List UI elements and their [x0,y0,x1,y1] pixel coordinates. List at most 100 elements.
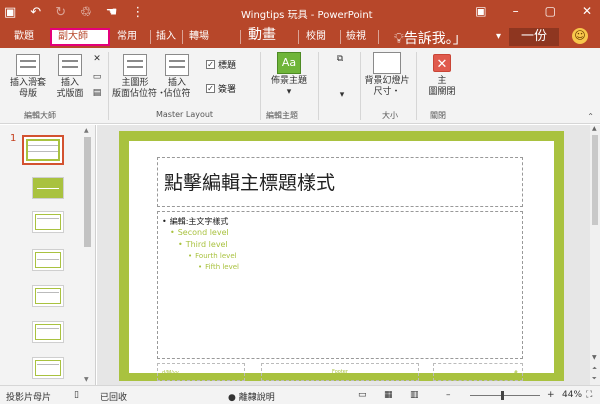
tab-view[interactable]: 檢視 [346,29,366,45]
normal-view-icon[interactable]: ▭ [358,390,367,400]
layout-thumbnail[interactable] [32,285,64,307]
scroll-down-icon[interactable]: ▼ [84,376,89,383]
level-5-text: Fifth level [198,263,239,271]
slide-size-label: 背景幻燈片 尺寸・ [364,76,410,97]
thumbnail-line [28,145,58,146]
reading-view-icon[interactable]: ▥ [410,390,419,400]
layout-thumbnail[interactable] [32,177,64,199]
insert-layout-label: 插入 式版面 [56,78,84,99]
close-master-view-button[interactable]: ✕ 主 圖關閉 [420,54,464,98]
layout-thumbnail[interactable] [32,211,64,233]
fit-to-window-icon[interactable]: ⛶ [586,390,592,400]
quick-access-toolbar: ▣ ↶ ↻ ♲ ☚ ⋮ [4,3,144,23]
minimize-icon[interactable]: – [513,4,519,18]
slides-pane-scrollbar[interactable]: ▲ ▼ [83,127,92,383]
thumbnail-frame [35,324,61,340]
scroll-down-icon[interactable]: ▼ [592,354,597,361]
tab-separator [340,30,341,44]
tab-animations[interactable]: 動畫 [248,27,276,43]
tab-home[interactable]: 常用 [117,29,137,45]
more-icon[interactable]: ⋮ [131,3,144,23]
footer-text: Footer [332,369,348,375]
footers-checkbox[interactable]: ✓ 簽署 [206,82,236,95]
previous-slide-icon[interactable]: ⏶ [592,365,597,373]
save-icon[interactable]: ▣ [4,3,16,23]
delete-icon[interactable]: ✕ [90,54,104,65]
zoom-in-icon[interactable]: + [547,390,555,400]
master-layout-icon [123,54,147,76]
title-placeholder[interactable]: 點擊編輯主標題樣式 [157,157,523,207]
layout-thumbnail[interactable] [32,321,64,343]
slide-master-thumbnail[interactable] [22,135,64,165]
lightbulb-icon: 💡︎ [394,31,404,47]
group-separator [260,52,261,120]
close-icon[interactable]: ✕ [582,4,592,18]
tab-file[interactable]: 歡題 [14,29,34,45]
rename-icon[interactable]: ▭ [90,72,104,83]
level-1-text: 編輯:主文字樣式 [162,216,229,227]
themes-button[interactable]: Aa 佈景主題 ▾ [266,52,312,98]
thumbnail-line [37,328,59,329]
language-icon[interactable]: ▯ [74,390,79,400]
group-separator [108,52,109,120]
thumbnail-line [37,259,59,260]
thumbnail-frame [35,360,61,376]
checkbox-checked-icon: ✓ [206,84,215,93]
title-text: 點擊編輯主標題樣式 [164,172,336,194]
scrollbar-thumb[interactable] [84,137,91,247]
insert-placeholder-button[interactable]: 插入 佔位符 [160,54,194,100]
slide-size-button[interactable]: 背景幻燈片 尺寸・ [362,52,412,98]
insert-slide-master-button[interactable]: 插入滑套 母版 [4,54,52,100]
zoom-level[interactable]: 44% [562,390,582,400]
touch-mode-icon[interactable]: ☚ [106,3,118,23]
customize-icon[interactable]: ♲ [80,3,92,23]
zoom-slider-knob[interactable] [501,391,504,400]
ribbon-display-icon[interactable]: ▣ [475,4,486,18]
next-slide-icon[interactable]: ⏷ [592,375,597,383]
feedback-smiley-icon[interactable]: ☺ [572,28,588,44]
slide-number-placeholder[interactable]: # [433,363,523,381]
tab-overflow-icon[interactable]: ▾ [496,29,501,45]
group-separator [416,52,417,120]
tab-insert[interactable]: 插入 [156,29,176,45]
title-checkbox-label: 標題 [218,61,237,71]
dropdown-arrow-icon[interactable]: ▾ [336,90,348,101]
tell-me-box[interactable]: 💡︎告訴我。」 [394,28,467,48]
notes-label: 離隸說明 [238,393,275,403]
thumbnail-frame [35,288,61,304]
redo-icon[interactable]: ↻ [55,3,66,23]
thumbnail-line [37,292,59,293]
slide-master-icon [16,54,40,76]
date-placeholder[interactable]: d/M/yy [157,363,245,381]
thumbnail-line [37,188,59,189]
layout-thumbnail[interactable] [32,249,64,271]
footer-placeholder[interactable]: Footer [261,363,419,381]
slides-pane: 1 ▲ ▼ [0,125,96,385]
collapse-ribbon-icon[interactable]: ⌃ [587,112,594,121]
master-layout-button[interactable]: 主圖形 版面佔位符・ [112,54,166,100]
zoom-out-icon[interactable]: – [446,390,451,400]
scroll-up-icon[interactable]: ▲ [84,127,89,134]
share-button[interactable]: 一份 [509,28,559,46]
group-edit-theme: 編輯主題 [266,111,298,120]
undo-icon[interactable]: ↶ [30,3,41,23]
notes-button[interactable]: ● 離隸說明 [228,390,275,403]
group-separator [318,52,319,120]
tab-transitions[interactable]: 轉場 [189,29,209,45]
title-checkbox[interactable]: ✓ 標題 [206,58,236,71]
scroll-up-icon[interactable]: ▲ [592,125,597,132]
slide-number-text: # [513,370,518,376]
tab-review[interactable]: 校閱 [306,29,326,45]
restore-icon[interactable]: ▢ [545,4,556,18]
layout-thumbnail[interactable] [32,357,64,379]
slide-sorter-icon[interactable]: ▦ [384,390,393,400]
preserve-icon[interactable]: ▤ [90,88,104,99]
body-placeholder[interactable]: 編輯:主文字樣式 Second level Third level Fourth… [157,211,523,359]
insert-layout-button[interactable]: 插入 式版面 [52,54,88,100]
tab-slide-master[interactable]: 副大師 [50,28,110,46]
editor-scrollbar[interactable]: ▲ ▼ ⏶ ⏷ [590,125,600,385]
zoom-slider[interactable] [470,395,540,396]
group-separator [360,52,361,120]
background-styles-icon[interactable]: ⧉ [330,54,350,65]
scrollbar-thumb[interactable] [592,135,598,225]
